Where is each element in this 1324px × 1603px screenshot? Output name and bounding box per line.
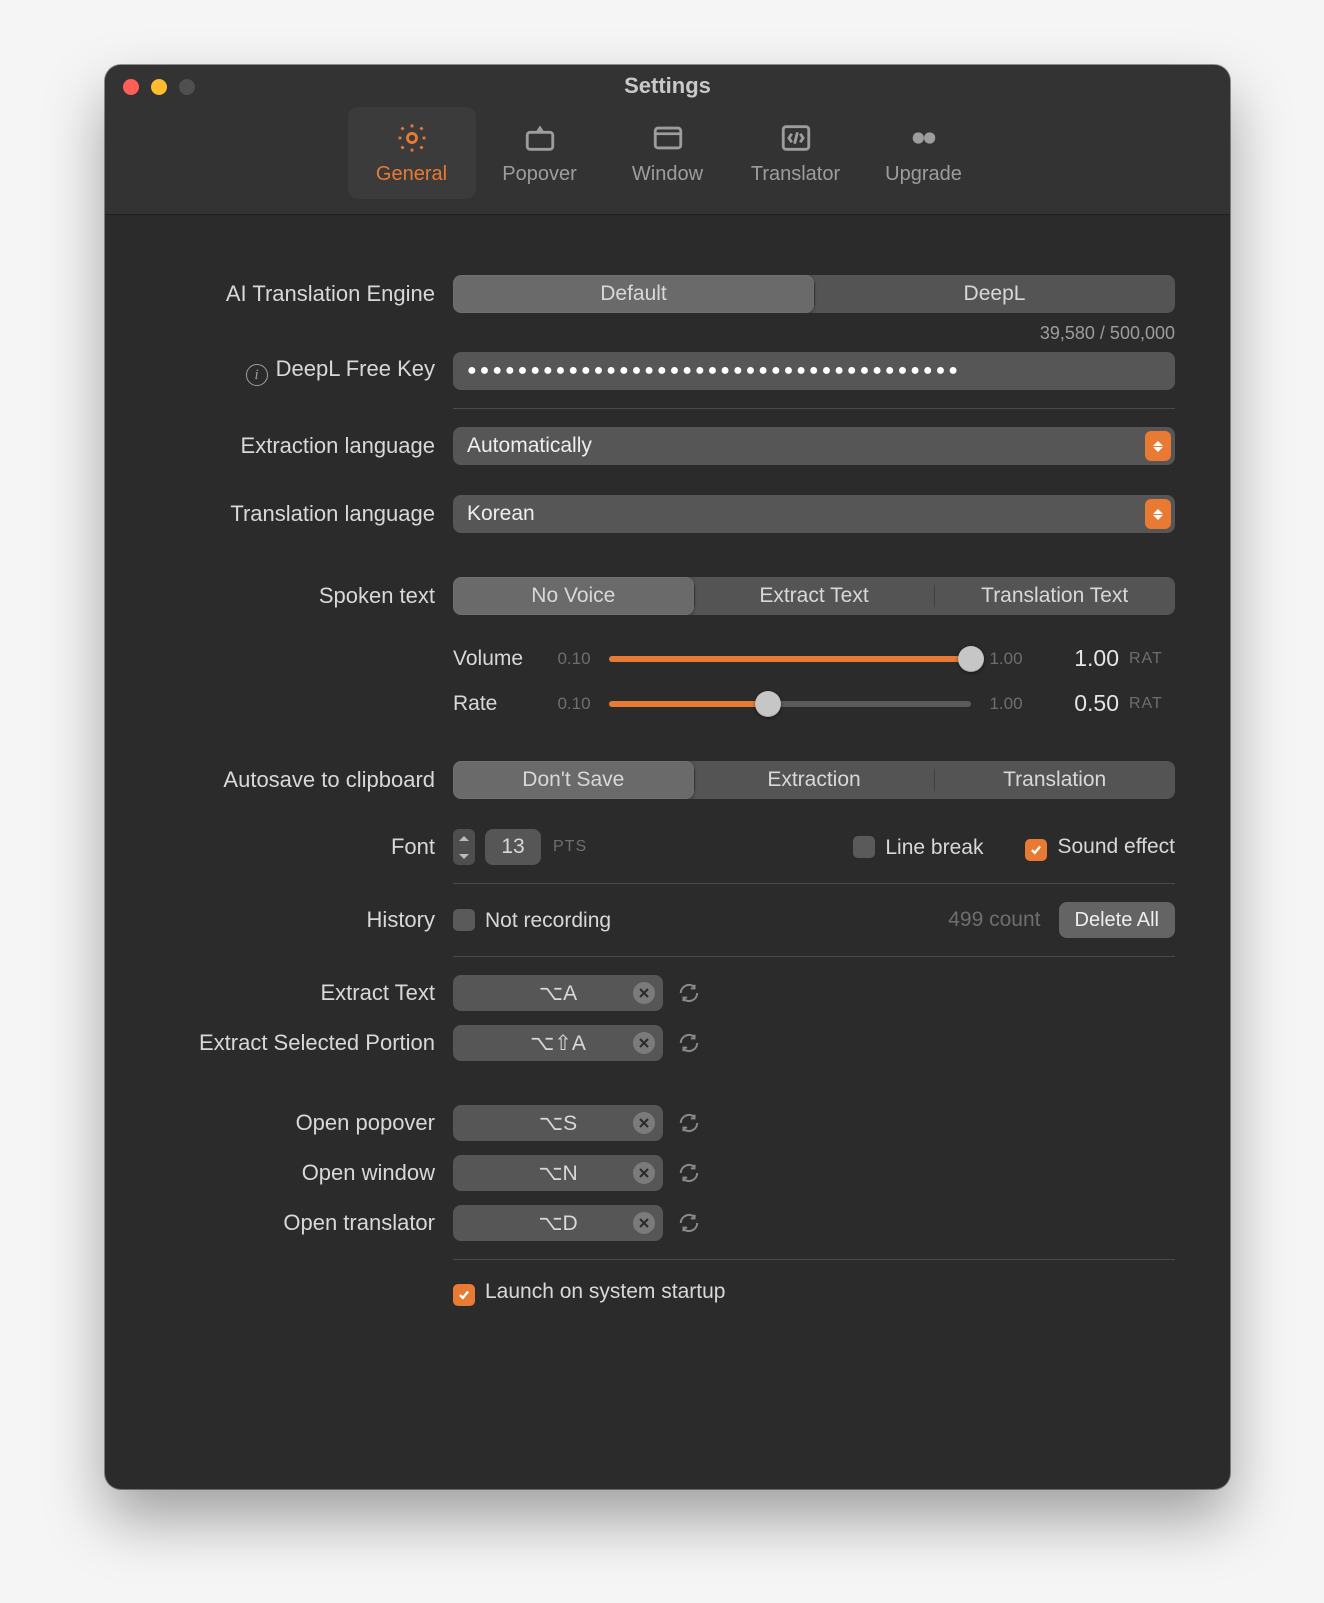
extract-lang-label: Extraction language	[160, 433, 435, 459]
history-label: History	[160, 907, 435, 933]
autosave-label: Autosave to clipboard	[160, 767, 435, 793]
tab-general[interactable]: General	[348, 107, 476, 199]
chevron-down-icon[interactable]	[453, 847, 475, 865]
deepl-key-field[interactable]: ●●●●●●●●●●●●●●●●●●●●●●●●●●●●●●●●●●●●●●●	[453, 352, 1175, 390]
shortcut-input-open-window[interactable]: ⌥N	[453, 1155, 663, 1191]
refresh-icon[interactable]	[675, 1029, 703, 1057]
rate-max: 1.00	[981, 694, 1031, 714]
translator-icon	[779, 121, 813, 155]
titlebar: Settings General Popover	[105, 65, 1230, 215]
font-unit: PTS	[553, 838, 587, 856]
shortcut-input-extract-text[interactable]: ⌥A	[453, 975, 663, 1011]
font-label: Font	[160, 834, 435, 860]
deepl-usage-counter: 39,580 / 500,000	[453, 323, 1175, 344]
trans-lang-select[interactable]: Korean	[453, 495, 1175, 533]
clear-icon[interactable]	[633, 1112, 655, 1134]
shortcut-label-extract-selected: Extract Selected Portion	[160, 1030, 435, 1056]
shortcut-input-open-popover[interactable]: ⌥S	[453, 1105, 663, 1141]
linebreak-checkbox[interactable]: Line break	[853, 834, 983, 860]
autosave-option-translation[interactable]: Translation	[934, 761, 1175, 799]
shortcut-label-open-translator: Open translator	[160, 1210, 435, 1236]
tab-label: Window	[632, 163, 703, 186]
tab-label: Upgrade	[885, 163, 962, 186]
rate-value: 0.50	[1041, 690, 1119, 717]
shortcut-input-open-translator[interactable]: ⌥D	[453, 1205, 663, 1241]
gear-icon	[395, 121, 429, 155]
rate-unit: RAT	[1129, 695, 1175, 713]
shortcut-label-extract-text: Extract Text	[160, 980, 435, 1006]
engine-label: AI Translation Engine	[160, 281, 435, 307]
spoken-label: Spoken text	[160, 583, 435, 609]
clear-icon[interactable]	[633, 982, 655, 1004]
tab-label: General	[376, 163, 447, 186]
clear-icon[interactable]	[633, 1032, 655, 1054]
engine-option-default[interactable]: Default	[453, 275, 814, 313]
not-recording-checkbox[interactable]: Not recording	[453, 907, 611, 933]
rate-label: Rate	[453, 692, 539, 716]
volume-min: 0.10	[549, 649, 599, 669]
tab-translator[interactable]: Translator	[732, 107, 860, 199]
content: AI Translation Engine Default DeepL 39,5…	[105, 215, 1230, 1489]
spoken-option-translation[interactable]: Translation Text	[934, 577, 1175, 615]
refresh-icon[interactable]	[675, 1209, 703, 1237]
history-count: 499 count	[948, 908, 1040, 932]
checkbox-icon	[853, 836, 875, 858]
settings-window: Settings General Popover	[105, 65, 1230, 1489]
volume-max: 1.00	[981, 649, 1031, 669]
autosave-option-extraction[interactable]: Extraction	[694, 761, 935, 799]
font-size-input[interactable]: 13	[485, 829, 541, 865]
extract-lang-select[interactable]: Automatically	[453, 427, 1175, 465]
clear-icon[interactable]	[633, 1212, 655, 1234]
divider	[453, 956, 1175, 957]
upgrade-icon	[907, 121, 941, 155]
tab-label: Translator	[751, 163, 840, 186]
refresh-icon[interactable]	[675, 1159, 703, 1187]
shortcut-label-open-window: Open window	[160, 1160, 435, 1186]
window-icon	[651, 121, 685, 155]
refresh-icon[interactable]	[675, 979, 703, 1007]
deepl-key-label: iDeepL Free Key	[160, 356, 435, 387]
info-icon[interactable]: i	[246, 364, 268, 386]
tab-window[interactable]: Window	[604, 107, 732, 199]
volume-label: Volume	[453, 647, 539, 671]
soundeffect-checkbox[interactable]: Sound effect	[1025, 833, 1175, 861]
volume-slider[interactable]	[609, 648, 971, 670]
autosave-segmented[interactable]: Don't Save Extraction Translation	[453, 761, 1175, 799]
shortcut-input-extract-selected[interactable]: ⌥⇧A	[453, 1025, 663, 1061]
shortcut-label-open-popover: Open popover	[160, 1110, 435, 1136]
chevrons-icon	[1145, 499, 1171, 529]
divider	[453, 1259, 1175, 1260]
refresh-icon[interactable]	[675, 1109, 703, 1137]
divider	[453, 408, 1175, 409]
font-stepper[interactable]	[453, 829, 475, 865]
window-title: Settings	[105, 73, 1230, 99]
chevrons-icon	[1145, 431, 1171, 461]
tab-bar: General Popover Window	[105, 107, 1230, 199]
delete-all-button[interactable]: Delete All	[1059, 902, 1176, 938]
divider	[453, 883, 1175, 884]
spoken-option-extract[interactable]: Extract Text	[694, 577, 935, 615]
chevron-up-icon[interactable]	[453, 829, 475, 847]
engine-option-deepl[interactable]: DeepL	[814, 275, 1175, 313]
checkbox-icon	[1025, 839, 1047, 861]
launch-startup-checkbox[interactable]: Launch on system startup	[453, 1278, 1175, 1306]
spoken-option-novoice[interactable]: No Voice	[453, 577, 694, 615]
clear-icon[interactable]	[633, 1162, 655, 1184]
checkbox-icon	[453, 1284, 475, 1306]
engine-segmented[interactable]: Default DeepL	[453, 275, 1175, 313]
trans-lang-label: Translation language	[160, 501, 435, 527]
spoken-segmented[interactable]: No Voice Extract Text Translation Text	[453, 577, 1175, 615]
volume-value: 1.00	[1041, 645, 1119, 672]
rate-slider[interactable]	[609, 693, 971, 715]
tab-label: Popover	[502, 163, 577, 186]
tab-popover[interactable]: Popover	[476, 107, 604, 199]
volume-unit: RAT	[1129, 650, 1175, 668]
popover-icon	[523, 121, 557, 155]
checkbox-icon	[453, 909, 475, 931]
tab-upgrade[interactable]: Upgrade	[860, 107, 988, 199]
autosave-option-dont[interactable]: Don't Save	[453, 761, 694, 799]
rate-min: 0.10	[549, 694, 599, 714]
